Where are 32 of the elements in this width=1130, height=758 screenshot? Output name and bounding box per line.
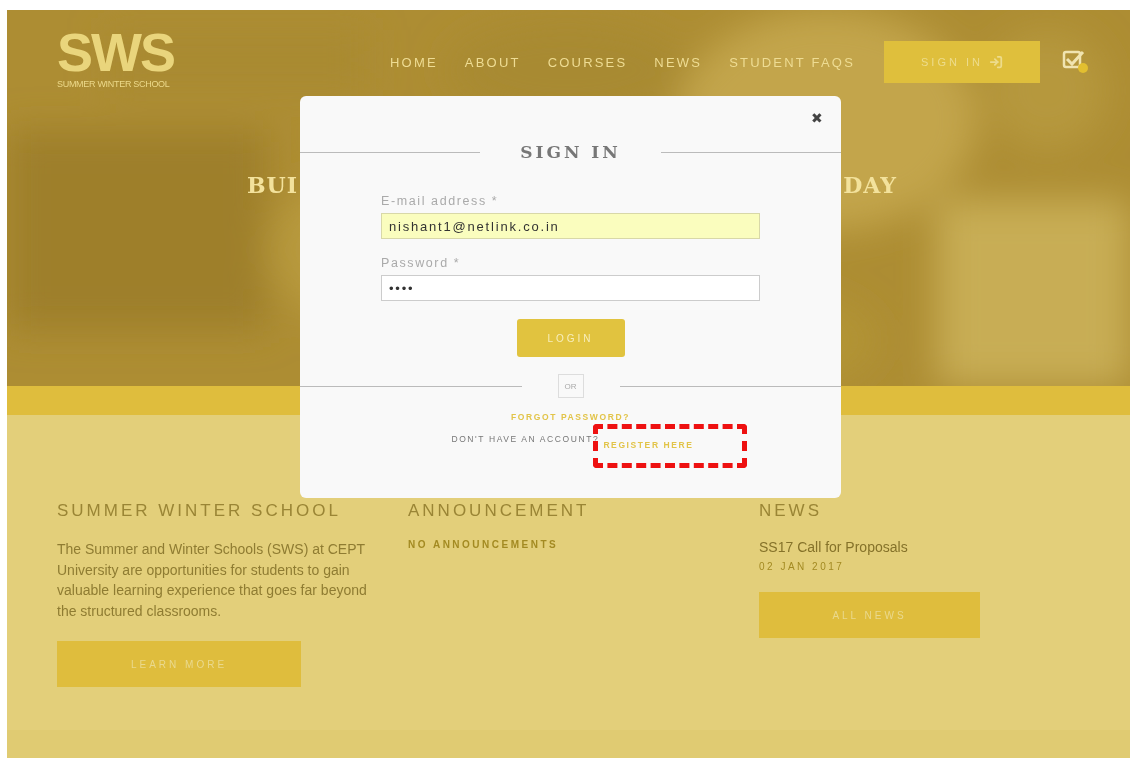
nav-link[interactable]: STUDENT FAQS <box>729 54 855 70</box>
nav-link[interactable]: NEWS <box>654 54 703 70</box>
field-label: Password * <box>381 256 462 270</box>
register-prompt: DON'T HAVE AN ACCOUNT? <box>451 434 600 446</box>
hero-heading: DAY <box>843 172 897 198</box>
section-button[interactable]: ALL NEWS <box>759 592 980 638</box>
nav-link[interactable]: HOME <box>390 54 438 70</box>
field-label: E-mail address * <box>381 194 500 208</box>
or-divider-label: OR <box>557 374 584 398</box>
logo[interactable]: SWS <box>57 27 174 77</box>
empty-note: NO ANNOUNCEMENTS <box>408 539 560 550</box>
section-text: The Summer and Winter Schools (SWS) at CEPT University are opportunities for students to gain valuable learning experience that goes far beyond the structured classrooms. <box>57 540 368 621</box>
section-heading: SUMMER WINTER SCHOOL <box>57 501 342 521</box>
input-field[interactable]: •••• <box>381 275 760 301</box>
forgot-password-link[interactable]: FORGOT PASSWORD? <box>511 412 630 422</box>
login-button[interactable]: LOGIN <box>516 319 625 357</box>
nav-link[interactable]: ABOUT <box>464 54 521 70</box>
section-heading: NEWS <box>759 501 823 521</box>
news-date: 02 JAN 2017 <box>759 561 846 572</box>
checklist-icon[interactable] <box>1062 49 1090 75</box>
register-link[interactable]: REGISTER HERE <box>603 440 694 450</box>
nav-link[interactable]: COURSES <box>547 54 628 70</box>
dialog-title: SIGN IN <box>519 142 622 162</box>
logo-tagline: SUMMER WINTER SCHOOL <box>57 79 171 89</box>
hero-heading: BUI <box>247 172 299 198</box>
section-heading: ANNOUNCEMENT <box>408 501 591 521</box>
article-link[interactable]: SS17 Call for Proposals <box>759 539 1079 555</box>
close-button[interactable]: ✖ <box>811 110 823 126</box>
input-field[interactable]: nishant1@netlink.co.in <box>381 213 760 239</box>
sign-in-icon <box>988 55 1003 69</box>
sign-in-button[interactable]: SIGN IN <box>884 41 1040 83</box>
section-button[interactable]: LEARN MORE <box>57 641 301 687</box>
